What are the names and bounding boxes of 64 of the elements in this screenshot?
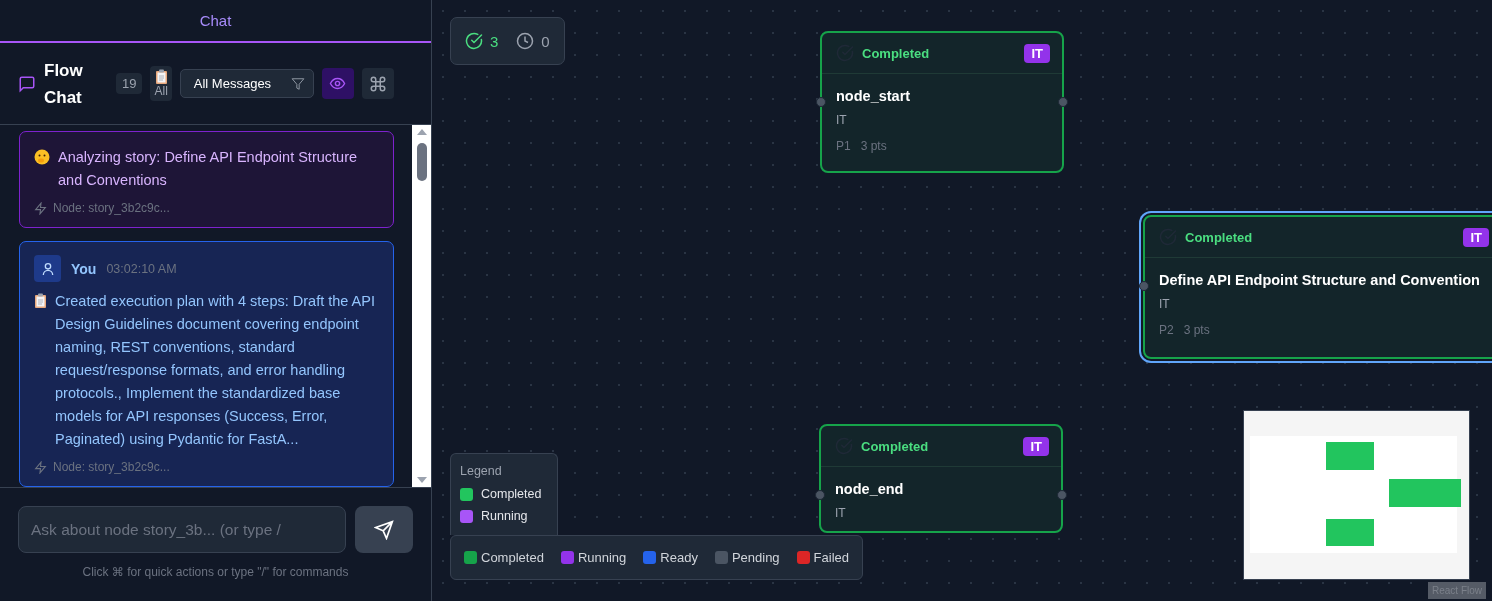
legend-label: Completed (481, 487, 542, 501)
node-priority: P2 (1159, 323, 1174, 337)
eye-icon (329, 75, 347, 92)
node-category: IT (1159, 297, 1171, 311)
sender-name: You (71, 260, 97, 277)
send-icon (374, 519, 394, 540)
scroll-down-icon (416, 477, 427, 483)
node-status: Completed (1185, 229, 1254, 245)
panel-title: Flow Chat (44, 59, 84, 109)
node-reference: Node: story_3b2c9c... (53, 201, 170, 215)
node-tag: IT (1024, 43, 1050, 63)
scroll-thumb[interactable] (416, 143, 427, 181)
command-button[interactable] (361, 68, 394, 99)
connection-handle[interactable] (1057, 490, 1067, 500)
pending-count: 0 (541, 32, 550, 50)
legend-label: Running (481, 509, 528, 523)
completed-count: 3 (490, 32, 499, 50)
node-status: Completed (861, 438, 930, 454)
chat-bubble-icon (18, 74, 36, 93)
message-time: 03:02:10 AM (106, 261, 177, 276)
minimap[interactable] (1243, 410, 1470, 580)
send-button[interactable] (355, 506, 413, 553)
clock-icon (516, 32, 535, 50)
message-text: Analyzing story: Define API Endpoint Structure and Conventions (58, 148, 359, 190)
status-label: Ready (660, 550, 698, 565)
status-label: Failed (813, 550, 850, 565)
status-label: Completed (481, 550, 544, 565)
all-button[interactable]: All (150, 66, 172, 101)
chat-input-field[interactable]: Ask about node story_3b... (or type / (18, 506, 346, 553)
visibility-button[interactable] (321, 68, 354, 99)
lightning-icon (34, 201, 47, 215)
legend-title: Legend (460, 464, 503, 478)
message-text: Created execution plan with 4 steps: Draft the API Design Guidelines document covering endpoint naming, REST conventions, standard request/response formats, and error handling protocols., Implement the standardized base models for API responses (Success, Error, Paginated) using Pydantic for FastA... (55, 292, 376, 449)
lightning-icon (34, 460, 47, 474)
chat-tab[interactable]: Chat (0, 0, 431, 43)
scroll-up-icon (416, 129, 427, 135)
connection-handle[interactable] (1058, 97, 1068, 107)
node-points: 3 pts (1183, 323, 1210, 337)
node-priority: P1 (836, 139, 851, 153)
scrollbar[interactable] (412, 125, 431, 487)
connection-handle[interactable] (1139, 281, 1149, 291)
message-count: 19 (116, 73, 143, 94)
clipboard-icon (154, 69, 168, 84)
command-hint: Click ⌘ for quick actions or type "/" for commands (81, 565, 350, 579)
node-tag: IT (1023, 436, 1049, 456)
node-reference: Node: story_3b2c9c... (53, 460, 170, 474)
filter-icon (290, 76, 305, 91)
node-title: node_end (835, 481, 904, 497)
connection-handle[interactable] (816, 97, 826, 107)
check-circle-icon (465, 32, 483, 50)
node-tag: IT (1463, 227, 1489, 247)
node-category: IT (835, 506, 847, 520)
clipboard-icon (34, 293, 47, 308)
node-title: Define API Endpoint Structure and Convention (1159, 272, 1480, 288)
node-title: node_start (836, 88, 911, 104)
node-status: Completed (862, 45, 931, 61)
message-filter-select[interactable]: All Messages (179, 69, 314, 98)
node-category: IT (836, 113, 848, 127)
status-label: Running (577, 550, 627, 565)
connection-handle[interactable] (815, 490, 825, 500)
node-points: 3 pts (860, 139, 887, 153)
status-label: Pending (731, 550, 780, 565)
command-icon (368, 74, 387, 93)
thinking-face-icon (34, 149, 50, 165)
